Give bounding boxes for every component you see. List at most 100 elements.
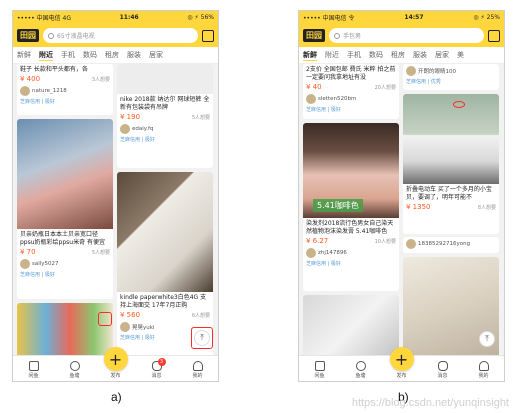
product-title: 染发剂2018流行色男女自己染天然植物泡沫染发膏 5.41咖啡色 [306,220,394,235]
phone-screenshot-b: ••••• 中国电信 令 14:57 ◎ ⚡ 25% 田园 手包男 新鲜 附近 … [298,10,505,382]
seller-name: 晃晃yuki [132,325,155,331]
avatar[interactable] [406,239,416,249]
tab-rent[interactable]: 租房 [105,50,119,60]
nav-label: 我的 [192,373,203,379]
product-feed[interactable]: 2支价 全国包邮 費氏 米粹 拍之前一定要问我拿地址有没 ¥ 40 20人想要 s… [299,64,504,355]
nav-label: 发布 [396,373,407,379]
product-price: ¥ 560 [120,311,141,319]
clock-text: 14:57 [404,14,424,21]
seller-name: 18385292716yong [418,241,471,247]
search-header: 田园 手包男 [299,24,504,47]
product-card[interactable]: 开朗的眼睛100 芝麻信用 | 优秀 [403,64,499,90]
pond-icon [69,361,80,371]
product-card[interactable]: 折叠电动车 买了一个多月的小宝贝，要调了，明年可能不 ¥ 1350 8人想要 [403,94,499,234]
nav-publish[interactable]: + 发布 [101,347,131,379]
product-price: ¥ 190 [120,113,141,121]
want-count: 5人想要 [91,249,110,256]
scan-icon[interactable] [488,29,500,42]
unread-badge: 3 [157,358,166,366]
product-card[interactable]: 2支价 全国包邮 費氏 米粹 拍之前一定要问我拿地址有没 ¥ 40 20人想要 s… [303,64,399,119]
credit-badge: 芝麻信用 | 优秀 [406,79,441,85]
tab-digital[interactable]: 数码 [369,50,383,60]
category-tabs: 新鲜 附近 手机 数码 租房 服装 居家 [13,47,218,64]
scan-icon[interactable] [202,29,214,42]
product-image: 5.41咖啡色 [303,123,399,218]
bottom-nav: 闲鱼 鱼塘 + 发布 消息 我的 [299,347,504,381]
product-title: 贝亲奶瓶日本本土贝亲宽口径ppsu奶瓶彩绘ppsu米奇 有便宜 [20,231,105,246]
tab-fresh[interactable]: 新鲜 [17,50,31,60]
pond-icon [355,361,366,371]
avatar[interactable] [120,322,130,332]
credit-badge: 芝麻信用 | 极好 [20,99,55,105]
carrier-text: ••••• 中国电信 4G [17,15,71,22]
back-to-top-icon[interactable]: ⤒ [479,331,495,347]
nav-publish[interactable]: + 发布 [387,347,417,379]
product-card[interactable]: nike 2018款 纳达尔 网球短裤 全新有包装袋有吊牌 ¥ 190 5人想要 … [117,64,213,168]
avatar[interactable] [306,94,316,104]
seller-row[interactable]: 18385292716yong [403,237,499,253]
nav-home[interactable]: 闲鱼 [19,361,49,379]
user-icon [478,361,489,371]
nav-me[interactable]: 我的 [183,361,213,379]
nav-pond[interactable]: 鱼塘 [346,361,376,379]
credit-badge: 芝麻信用 | 极好 [120,137,155,143]
tab-phone[interactable]: 手机 [61,50,75,60]
tab-rent[interactable]: 租房 [391,50,405,60]
product-card[interactable] [17,303,113,355]
nav-messages[interactable]: 3 消息 [142,358,172,379]
tab-fresh[interactable]: 新鲜 [303,50,317,61]
watermark-text: https://blog.csdn.net/yunqinsight [351,397,509,409]
nav-messages[interactable]: 消息 [428,361,458,379]
avatar[interactable] [120,124,130,134]
product-card[interactable]: 鞋子 长款和平头都有，各 ¥ 400 3人想要 nature_1218 芝麻信用 … [17,64,113,115]
seller-name: edaiy.fq [132,126,154,132]
app-logo: 田园 [303,29,325,42]
product-title: kindle paperwhite3白色4G 支持上海面交 17年7月正购 [120,294,207,309]
tab-beauty[interactable]: 美 [457,50,464,60]
phone-screenshot-a: ••••• 中国电信 4G 11:46 ◎ ⚡ 56% 田园 65寸液晶电视 新… [12,10,219,382]
want-count: 10人想要 [374,238,396,245]
want-count: 3人想要 [91,76,110,83]
tab-nearby[interactable]: 附近 [325,50,339,60]
product-card[interactable]: 贝亲奶瓶日本本土贝亲宽口径ppsu奶瓶彩绘ppsu米奇 有便宜 ¥ 70 5人想要… [17,119,113,299]
search-icon [48,32,54,39]
tab-nearby[interactable]: 附近 [39,50,53,61]
back-to-top-icon[interactable]: ⤒ [194,330,210,346]
product-price: ¥ 40 [306,83,322,91]
product-title: 折叠电动车 买了一个多月的小宝贝，要调了，明年可能不 [406,186,492,201]
avatar[interactable] [306,248,316,258]
nav-pond[interactable]: 鱼塘 [60,361,90,379]
credit-badge: 芝麻信用 | 极好 [306,107,341,113]
product-title: 鞋子 长款和平头都有，各 [20,66,88,73]
tab-home[interactable]: 居家 [435,50,449,60]
search-icon [334,32,340,39]
want-count: 6人想要 [191,312,210,319]
product-card[interactable] [303,295,399,355]
tab-clothing[interactable]: 服装 [127,50,141,60]
seller-name: sally5027 [32,261,59,267]
avatar[interactable] [20,259,30,269]
nav-label: 消息 [437,373,448,379]
tab-digital[interactable]: 数码 [83,50,97,60]
credit-badge: 芝麻信用 | 极好 [306,261,341,267]
search-placeholder: 手包男 [343,33,362,40]
tab-home[interactable]: 居家 [149,50,163,60]
search-placeholder: 65寸液晶电视 [57,33,95,40]
product-card[interactable]: 5.41咖啡色 染发剂2018流行色男女自己染天然植物泡沫染发膏 5.41咖啡色… [303,123,399,291]
caption-a: a) [111,390,122,404]
nav-me[interactable]: 我的 [469,361,499,379]
tab-clothing[interactable]: 服装 [413,50,427,60]
nav-home[interactable]: 闲鱼 [305,361,335,379]
product-feed[interactable]: 鞋子 长款和平头都有，各 ¥ 400 3人想要 nature_1218 芝麻信用 … [13,64,218,355]
tab-phone[interactable]: 手机 [347,50,361,60]
user-icon [192,361,203,371]
seller-name: nature_1218 [32,88,67,94]
plus-icon: + [103,347,128,371]
search-input[interactable]: 手包男 [329,28,484,43]
highlight-box [98,312,112,326]
avatar[interactable] [406,66,416,76]
battery-text: ◎ ⚡ 25% [473,14,500,21]
battery-text: ◎ ⚡ 56% [187,14,214,21]
avatar[interactable] [20,86,30,96]
search-input[interactable]: 65寸液晶电视 [43,28,198,43]
